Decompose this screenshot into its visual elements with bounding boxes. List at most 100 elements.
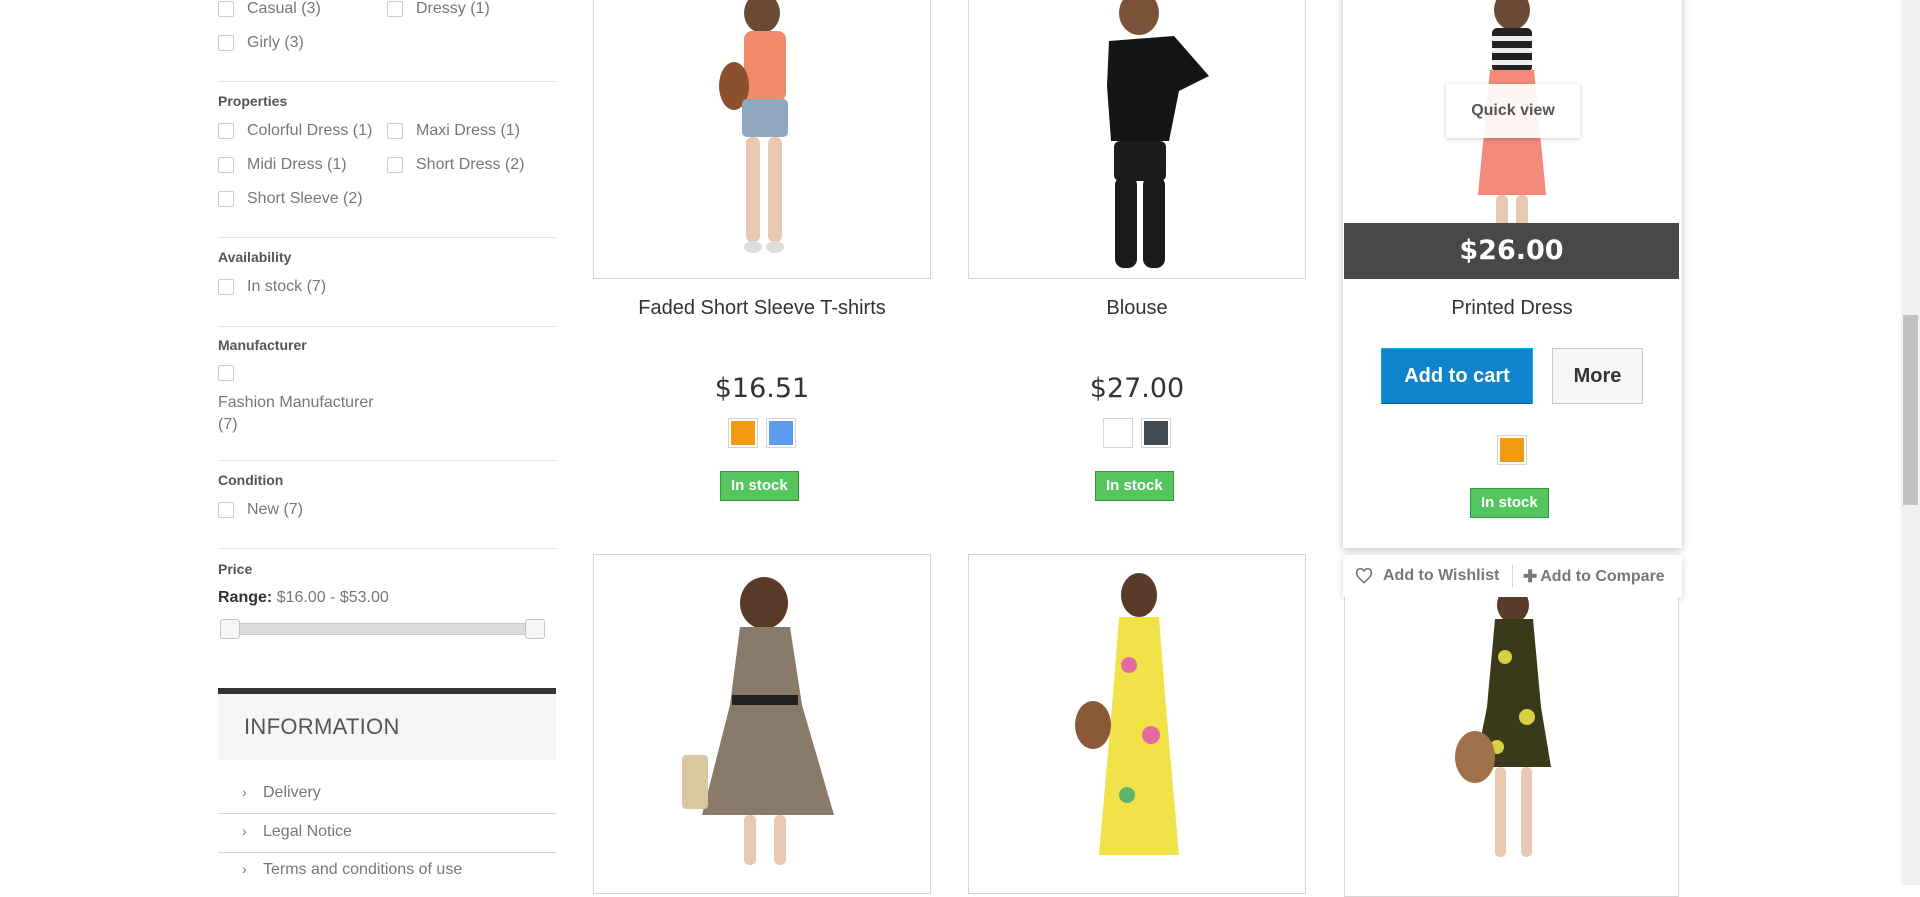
information-block: INFORMATION <box>218 688 556 760</box>
swatch-color <box>1144 421 1168 445</box>
wishlist-label: Add to Wishlist <box>1383 567 1500 584</box>
filter-new[interactable]: New (7) <box>218 501 303 519</box>
left-column: Casual (3) Dressy (1) Girly (3) Properti… <box>218 0 556 885</box>
filter-label: Fashion Manufacturer <box>218 394 374 411</box>
availability-title: Availability <box>218 249 292 265</box>
model-illustration <box>1107 0 1209 268</box>
model-illustration <box>1455 597 1551 857</box>
checkbox[interactable] <box>218 502 234 518</box>
plus-icon: ✚ <box>1523 567 1538 586</box>
model-illustration <box>719 0 788 253</box>
more-button[interactable]: More <box>1552 348 1643 404</box>
divider <box>218 460 556 461</box>
model-illustration <box>682 577 834 865</box>
divider <box>218 326 556 327</box>
product-functional-buttons: Add to Wishlist ✚ Add to Compare <box>1343 555 1682 597</box>
filter-label: Short Dress (2) <box>416 156 525 173</box>
filter-midi-dress[interactable]: Midi Dress (1) <box>218 156 347 174</box>
swatch-color <box>769 421 793 445</box>
product-image-blouse[interactable] <box>968 0 1306 279</box>
checkbox[interactable] <box>218 157 234 173</box>
compare-label: Add to Compare <box>1540 568 1665 585</box>
color-swatches <box>593 418 931 448</box>
stock-badge: In stock <box>1470 488 1549 518</box>
filter-short-sleeve[interactable]: Short Sleeve (2) <box>218 190 363 208</box>
product-image-printed-dress-2[interactable] <box>593 554 931 894</box>
product-image-printed-chiffon-dress[interactable] <box>1344 597 1679 897</box>
divider <box>218 852 556 853</box>
filter-maxi-dress[interactable]: Maxi Dress (1) <box>387 122 520 140</box>
filter-style-casual[interactable]: Casual (3) <box>218 0 321 18</box>
filter-label: Maxi Dress (1) <box>416 122 521 139</box>
divider <box>218 813 556 814</box>
filter-style-girly[interactable]: Girly (3) <box>218 34 304 52</box>
info-link-label: Terms and conditions of use <box>263 861 463 878</box>
swatch-color <box>1500 438 1524 462</box>
filter-count: (7) <box>218 416 238 433</box>
price-range: Range: $16.00 - $53.00 <box>218 589 389 607</box>
checkbox[interactable] <box>218 35 234 51</box>
slider-handle-min[interactable] <box>220 619 240 639</box>
checkbox[interactable] <box>387 157 403 173</box>
color-swatch[interactable] <box>1497 435 1527 465</box>
product-name[interactable]: Faded Short Sleeve T-shirts <box>593 297 931 320</box>
filter-colorful-dress[interactable]: Colorful Dress (1) <box>218 122 372 140</box>
filter-label: Colorful Dress (1) <box>247 122 373 139</box>
price-slider[interactable] <box>221 623 545 635</box>
model-illustration <box>1075 573 1179 855</box>
filter-label: Dressy (1) <box>416 0 490 17</box>
checkbox[interactable] <box>387 1 403 17</box>
filter-label: Girly (3) <box>247 34 304 51</box>
chevron-right-icon: › <box>242 823 247 839</box>
color-swatch[interactable] <box>766 418 796 448</box>
quick-view-button[interactable]: Quick view <box>1446 84 1580 138</box>
divider <box>218 237 556 238</box>
info-link-label: Legal Notice <box>263 823 352 840</box>
filter-style-dressy[interactable]: Dressy (1) <box>387 0 490 18</box>
color-swatch[interactable] <box>1141 418 1171 448</box>
slider-handle-max[interactable] <box>525 619 545 639</box>
chevron-right-icon: › <box>242 784 247 800</box>
chevron-right-icon: › <box>242 861 247 877</box>
color-swatch[interactable] <box>1103 418 1133 448</box>
range-label: Range: <box>218 589 273 606</box>
filter-label: In stock (7) <box>247 278 327 295</box>
filter-label: Midi Dress (1) <box>247 156 347 173</box>
filter-short-dress[interactable]: Short Dress (2) <box>387 156 524 174</box>
add-to-compare-link[interactable]: ✚ Add to Compare <box>1523 567 1665 587</box>
info-link-label: Delivery <box>263 784 321 801</box>
swatch-color <box>1106 421 1130 445</box>
scrollbar-thumb[interactable] <box>1903 315 1918 505</box>
product-price: $27.00 <box>1089 373 1185 404</box>
range-value: $16.00 - $53.00 <box>276 589 389 606</box>
manufacturer-title: Manufacturer <box>218 337 307 353</box>
divider <box>218 81 556 82</box>
color-swatches <box>968 418 1306 448</box>
color-swatch[interactable] <box>728 418 758 448</box>
swatch-color <box>731 421 755 445</box>
filter-in-stock[interactable]: In stock (7) <box>218 278 326 296</box>
product-name[interactable]: Blouse <box>968 297 1306 320</box>
heart-icon <box>1355 568 1373 584</box>
stock-badge: In stock <box>720 471 799 501</box>
product-image-faded-tshirt[interactable] <box>593 0 931 279</box>
filter-label: Short Sleeve (2) <box>247 190 363 207</box>
color-swatches <box>1343 435 1681 465</box>
information-title: INFORMATION <box>218 688 556 760</box>
checkbox[interactable] <box>218 279 234 295</box>
price-title: Price <box>218 561 253 577</box>
checkbox[interactable] <box>218 365 234 381</box>
filter-label: Casual (3) <box>247 0 321 17</box>
filter-fashion-manufacturer[interactable]: Fashion Manufacturer (7) <box>218 392 374 436</box>
checkbox[interactable] <box>218 123 234 139</box>
filter-label: New (7) <box>247 501 304 518</box>
checkbox[interactable] <box>387 123 403 139</box>
add-to-cart-button[interactable]: Add to cart <box>1381 348 1533 404</box>
product-image-printed-summer-dress[interactable] <box>968 554 1306 894</box>
product-name[interactable]: Printed Dress <box>1343 297 1681 320</box>
checkbox[interactable] <box>218 191 234 207</box>
add-to-wishlist-link[interactable]: Add to Wishlist <box>1355 567 1499 585</box>
divider <box>1512 565 1513 587</box>
checkbox[interactable] <box>218 1 234 17</box>
properties-title: Properties <box>218 93 288 109</box>
